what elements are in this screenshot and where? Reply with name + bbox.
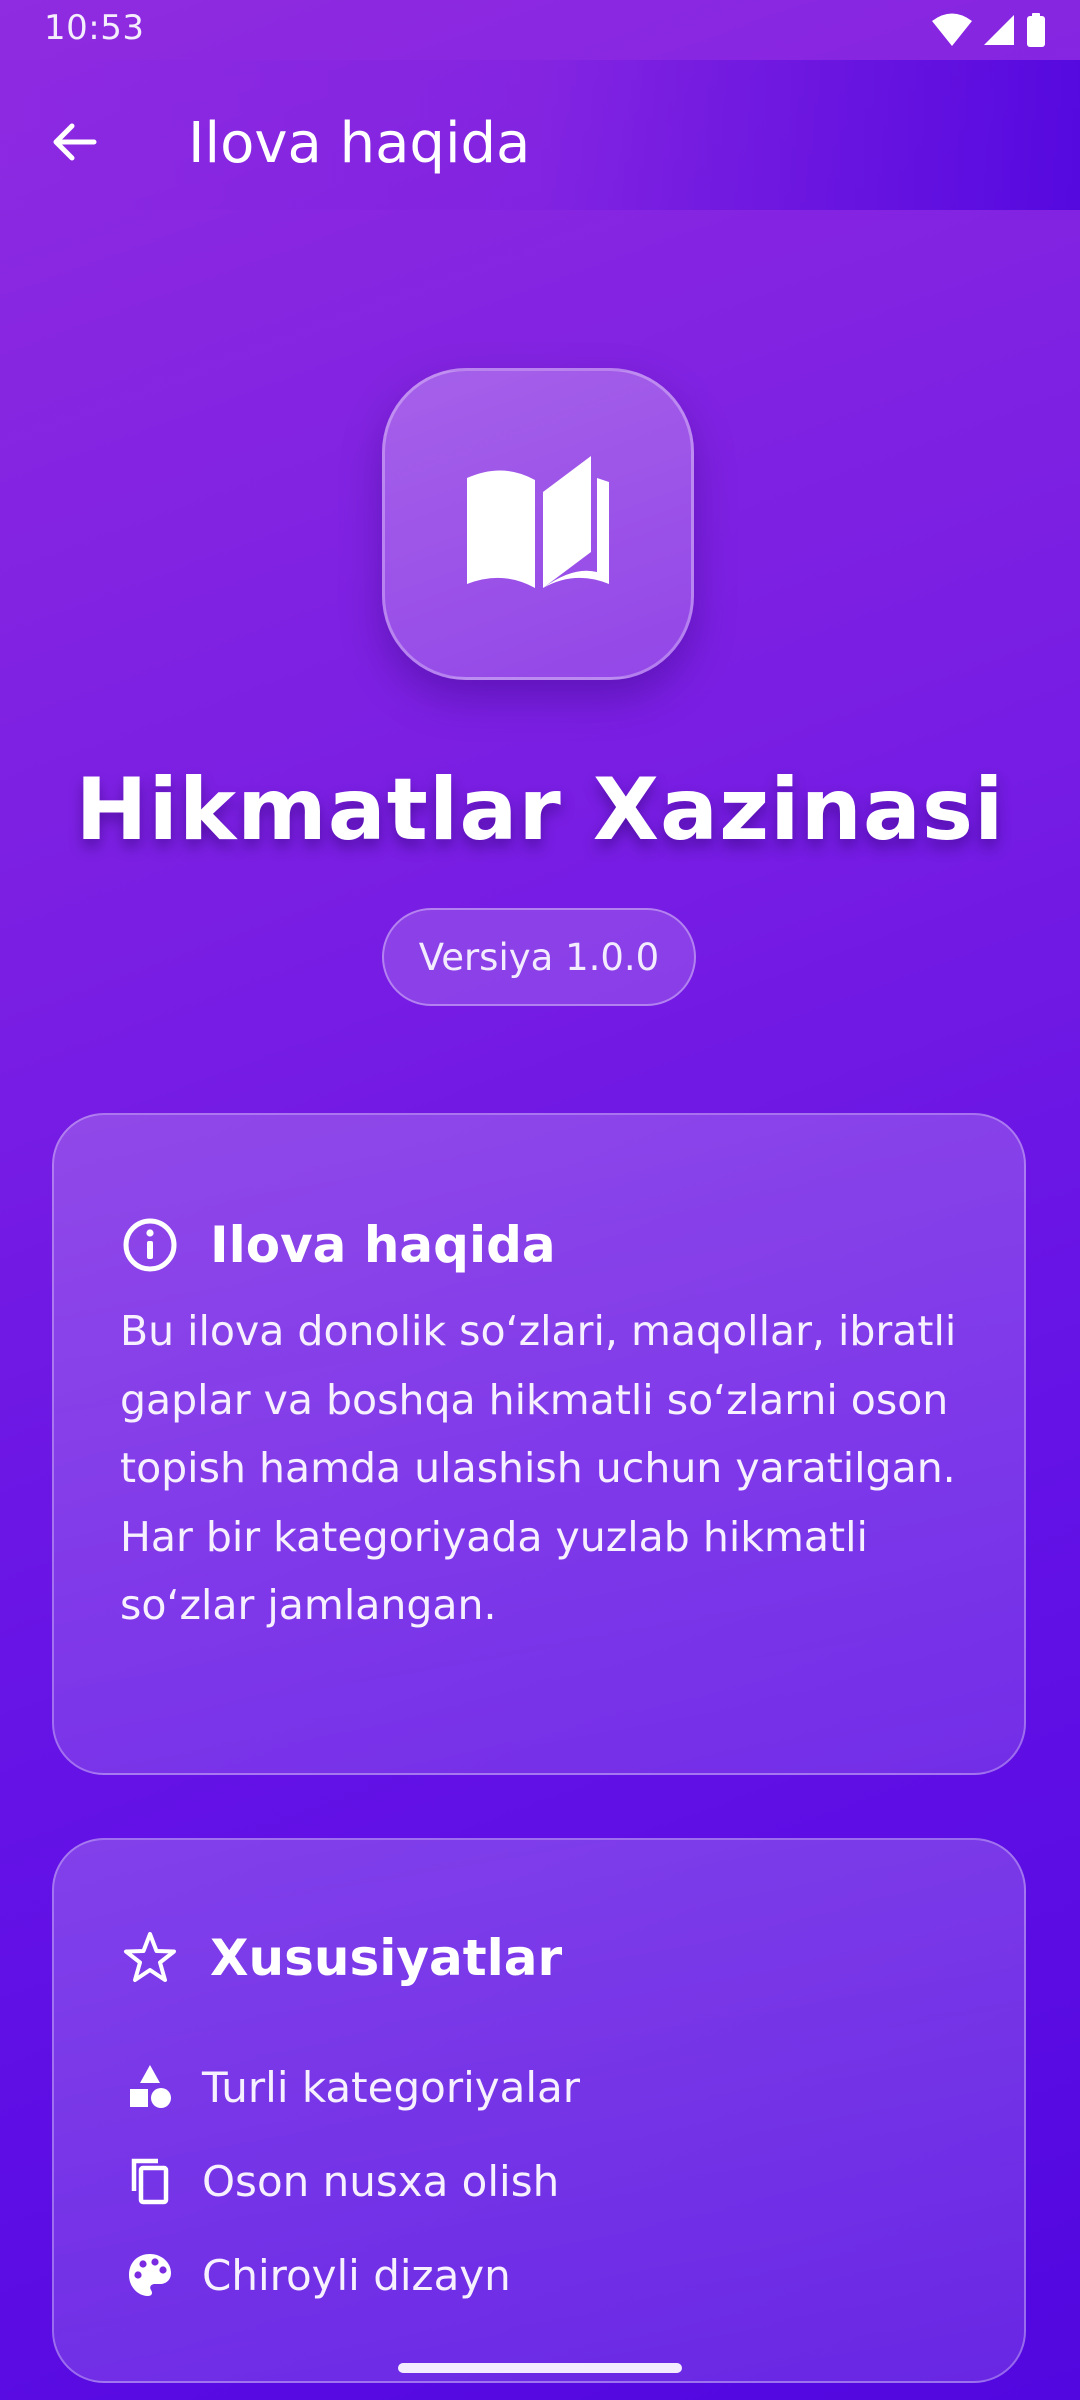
about-card: Ilova haqida Bu ilova donolik so‘zlari, …: [52, 1113, 1026, 1775]
open-book-icon: [463, 452, 613, 596]
features-card-title: Xususiyatlar: [210, 1929, 563, 1987]
status-time: 10:53: [44, 8, 145, 48]
wifi-icon: [932, 12, 972, 48]
feature-label: Chiroyli dizayn: [202, 2250, 511, 2300]
info-icon: [120, 1215, 180, 1275]
app-name: Hikmatlar Xazinasi: [75, 760, 1005, 860]
category-shapes-icon: [120, 2057, 180, 2117]
about-card-text: Bu ilova donolik so‘zlari, maqollar, ibr…: [120, 1307, 957, 1629]
app-logo: [382, 368, 694, 680]
feature-list: Turli kategoriyalar Oson nusxa olish Chi…: [120, 2040, 580, 2322]
home-indicator[interactable]: [398, 2363, 682, 2373]
feature-item: Chiroyli dizayn: [120, 2228, 580, 2322]
battery-icon: [1026, 13, 1046, 47]
palette-icon: [120, 2245, 180, 2305]
feature-item: Turli kategoriyalar: [120, 2040, 580, 2134]
status-icons: [932, 12, 1046, 48]
status-bar: 10:53: [0, 0, 1080, 60]
about-card-title: Ilova haqida: [210, 1216, 556, 1274]
about-card-header: Ilova haqida: [120, 1215, 556, 1275]
version-badge: Versiya 1.0.0: [382, 908, 696, 1006]
back-button[interactable]: [34, 104, 114, 184]
copy-icon: [120, 2151, 180, 2211]
app-bar: Ilova haqida: [0, 60, 1080, 210]
star-outline-icon: [120, 1928, 180, 1988]
feature-item: Oson nusxa olish: [120, 2134, 580, 2228]
feature-label: Turli kategoriyalar: [202, 2062, 581, 2112]
feature-label: Oson nusxa olish: [202, 2156, 560, 2206]
features-card: Xususiyatlar Turli kategoriyalar Oson nu…: [52, 1838, 1026, 2383]
arrow-left-icon: [50, 118, 98, 170]
page-title: Ilova haqida: [188, 111, 531, 176]
features-card-header: Xususiyatlar: [120, 1928, 562, 1988]
signal-icon: [982, 13, 1016, 47]
